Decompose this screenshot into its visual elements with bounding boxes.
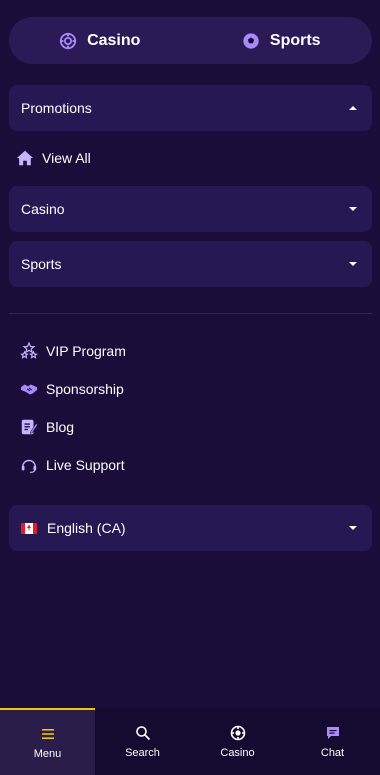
canada-flag-icon [21,522,37,534]
vip-program-label: VIP Program [46,343,126,359]
nav-chat-label: Chat [320,746,345,759]
nav-menu[interactable]: Menu [0,708,95,775]
stars-icon [20,342,38,359]
nav-chat[interactable]: Chat [285,708,380,775]
nav-menu-label: Menu [33,747,62,760]
bottom-navigation: Menu Search Casino Chat [0,708,380,775]
sponsorship-link[interactable]: Sponsorship [20,377,124,401]
sports-switch-label: Sports [269,31,321,49]
chevron-down-icon [349,262,357,266]
live-support-link[interactable]: Live Support [20,453,125,477]
blog-label: Blog [46,419,75,435]
language-label: English (CA) [47,520,126,536]
headset-icon [21,459,37,473]
casino-switch-label: Casino [87,31,141,49]
blog-icon [21,419,38,435]
casino-chip-icon [59,32,77,49]
view-all-link[interactable]: View All [16,146,91,170]
sports-accordion-label: Sports [21,256,62,272]
handshake-icon [20,384,38,395]
casino-sports-switch: Casino Sports [9,17,372,64]
view-all-label: View All [42,150,91,166]
casino-accordion[interactable]: Casino [9,186,372,232]
promotions-label: Promotions [21,100,92,116]
section-divider [9,313,372,314]
promotions-accordion[interactable]: Promotions [9,85,372,131]
vip-program-link[interactable]: VIP Program [20,339,126,363]
live-support-label: Live Support [46,457,125,473]
casino-accordion-label: Casino [21,201,65,217]
sports-accordion[interactable]: Sports [9,241,372,287]
chevron-down-icon [349,207,357,211]
sports-switch-tab[interactable]: Sports [191,17,373,64]
blog-link[interactable]: Blog [20,415,74,439]
nav-search-label: Search [125,746,160,759]
chat-icon [326,726,339,739]
menu-icon [41,728,54,739]
nav-casino[interactable]: Casino [190,708,285,775]
nav-casino-label: Casino [220,746,255,759]
chevron-up-icon [349,106,357,110]
soccer-ball-icon [243,32,259,49]
nav-search[interactable]: Search [95,708,190,775]
casino-chip-icon [230,725,245,740]
chevron-down-icon [349,526,357,530]
language-selector[interactable]: English (CA) [9,505,372,551]
casino-switch-tab[interactable]: Casino [9,17,191,64]
home-icon [16,150,34,166]
search-icon [135,725,150,740]
sponsorship-label: Sponsorship [46,381,124,397]
